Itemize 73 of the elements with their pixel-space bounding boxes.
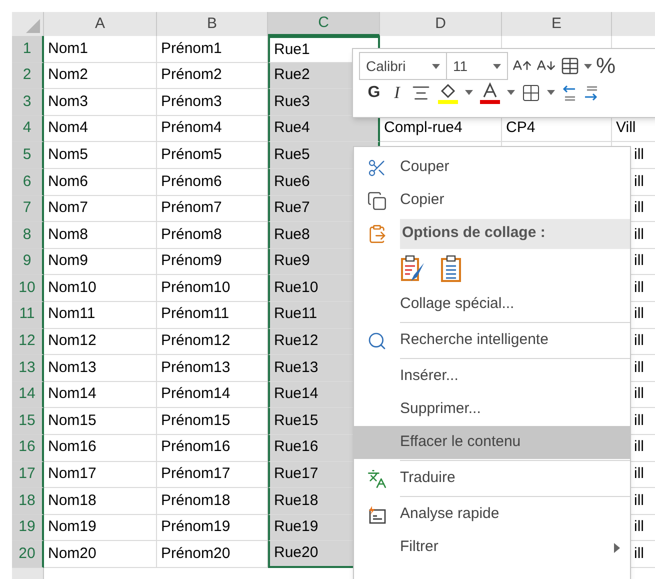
quick-analysis-icon <box>367 504 387 524</box>
caret-icon[interactable] <box>493 64 501 68</box>
borders-icon[interactable] <box>521 82 541 103</box>
italic-button[interactable]: I <box>389 80 405 106</box>
row-header[interactable]: 15 <box>12 408 44 435</box>
column-header[interactable]: E <box>502 12 612 36</box>
table-cell: Nom7 <box>44 196 157 222</box>
table-cell: Nom6 <box>44 168 157 196</box>
row-header[interactable]: 5 <box>12 142 44 169</box>
caret-icon[interactable] <box>465 90 473 96</box>
triangle-icon <box>26 19 40 33</box>
table-cell: Nom1 <box>44 36 157 63</box>
row-header[interactable]: 6 <box>12 168 44 196</box>
table-cell: Nom13 <box>44 355 157 382</box>
row-header[interactable]: 12 <box>12 328 44 356</box>
column-header[interactable]: A <box>44 12 157 36</box>
column-header[interactable]: C <box>268 12 380 36</box>
table-cell: Nom10 <box>44 275 157 302</box>
scissors-icon <box>367 158 387 178</box>
table-cell: Nom17 <box>44 462 157 488</box>
caret-icon[interactable] <box>584 64 592 68</box>
table-cell: Nom18 <box>44 488 157 515</box>
table-cell: Nom12 <box>44 328 157 356</box>
table-cell: Nom3 <box>44 89 157 116</box>
search-icon <box>367 330 387 350</box>
font-size-combobox[interactable]: 11 <box>446 52 508 80</box>
row-header[interactable]: 7 <box>12 196 44 222</box>
caret-icon[interactable] <box>432 64 440 68</box>
table-cell: Nom15 <box>44 408 157 435</box>
table-cell: Nom9 <box>44 248 157 276</box>
table-format-icon[interactable] <box>560 56 580 76</box>
font-color-icon[interactable] <box>479 82 501 104</box>
row-header[interactable]: 8 <box>12 222 44 249</box>
row-header[interactable]: 10 <box>12 275 44 302</box>
row-header[interactable]: 19 <box>12 514 44 542</box>
row-header[interactable]: 13 <box>12 355 44 382</box>
table-cell: Nom20 <box>44 541 157 568</box>
table-cell: Nom14 <box>44 382 157 408</box>
row-header[interactable]: 1 <box>12 36 44 63</box>
table-cell: Nom16 <box>44 434 157 462</box>
submenu-arrow-icon <box>614 542 620 552</box>
paste-formatting-icon[interactable] <box>400 255 426 283</box>
menu-section-header: Options de collage : <box>400 218 630 248</box>
row-header[interactable]: 14 <box>12 382 44 408</box>
copy-icon <box>367 190 387 210</box>
row-header[interactable]: 16 <box>12 434 44 462</box>
table-cell: Nom5 <box>44 142 157 169</box>
clipboard-icon <box>367 224 387 244</box>
row-header[interactable]: 4 <box>12 116 44 142</box>
column-header[interactable]: D <box>380 12 502 36</box>
menu-item[interactable]: Effacer le contenu <box>354 426 630 459</box>
table-cell: Nom11 <box>44 302 157 329</box>
paste-icon[interactable] <box>440 255 462 283</box>
table-cell: Nom4 <box>44 116 157 142</box>
fill-color-icon[interactable] <box>437 82 459 104</box>
decrease-decimal-icon[interactable] <box>561 82 577 103</box>
table-cell: Nom2 <box>44 62 157 90</box>
row-header[interactable]: 18 <box>12 488 44 515</box>
row-header[interactable]: 17 <box>12 462 44 488</box>
font-name-combobox[interactable]: Calibri <box>359 52 447 80</box>
row-header[interactable]: 9 <box>12 248 44 276</box>
column-header[interactable]: B <box>157 12 268 36</box>
table-cell: Nom8 <box>44 222 157 249</box>
table-cell: Rue4 <box>268 116 380 142</box>
caret-icon[interactable] <box>507 90 515 96</box>
row-header[interactable]: 3 <box>12 89 44 116</box>
row-header[interactable]: 20 <box>12 541 44 568</box>
percent-button[interactable]: % <box>596 55 616 77</box>
table-cell: Nom19 <box>44 514 157 542</box>
translate-icon <box>367 468 387 488</box>
caret-icon[interactable] <box>547 90 555 96</box>
row-header[interactable]: 11 <box>12 302 44 329</box>
row-header[interactable]: 2 <box>12 62 44 90</box>
